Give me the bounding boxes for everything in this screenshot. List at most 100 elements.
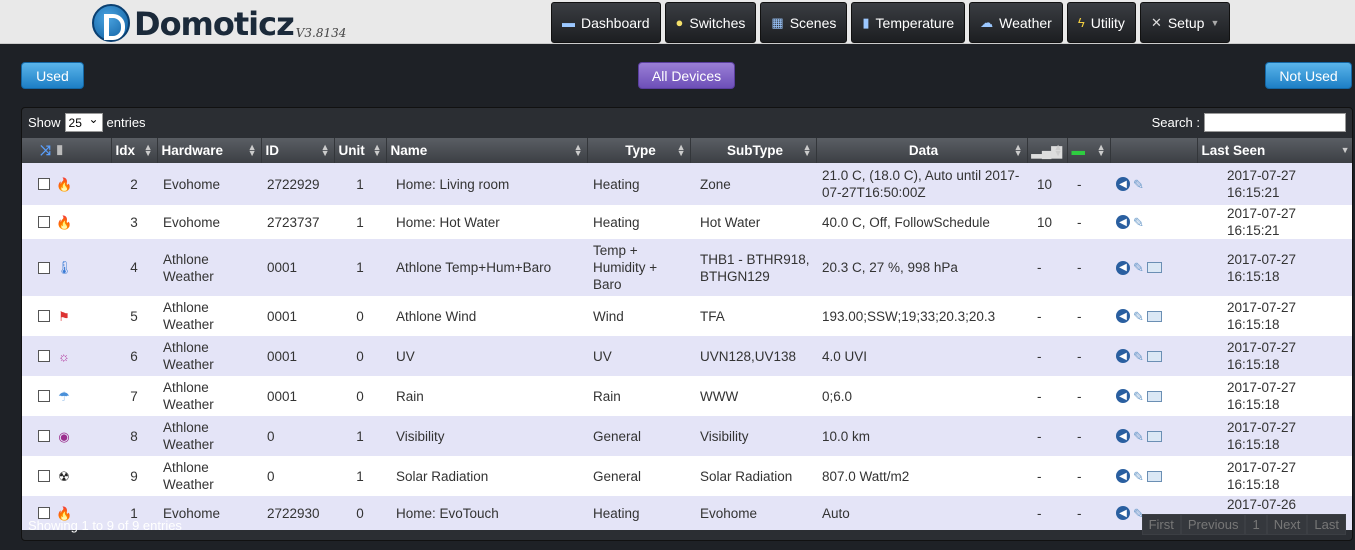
row-checkbox[interactable]	[38, 390, 50, 403]
header-id[interactable]: ID ▲ ▼	[261, 138, 335, 163]
table-row[interactable]: ⚑ 5 Athlone Weather 0001 0 Athlone Wind Wind TF…	[22, 296, 1352, 336]
nav-switches[interactable]: ● Switches	[664, 2, 757, 43]
nav-dashboard[interactable]: ▬ Dashboard	[551, 2, 661, 43]
log-icon[interactable]	[1146, 470, 1162, 482]
back-arrow-icon[interactable]: ◀	[1116, 349, 1130, 363]
header-battery[interactable]: ▬ ▲ ▼	[1067, 138, 1111, 163]
cell-idx: 8	[111, 416, 157, 456]
cell-battery: -	[1067, 336, 1110, 376]
table-row[interactable]: 🔥 2 Evohome 2722929 1 Home: Living room Heatin…	[22, 163, 1352, 205]
back-arrow-icon[interactable]: ◀	[1116, 429, 1130, 443]
header-unit[interactable]: Unit ▲ ▼	[334, 138, 387, 163]
row-checkbox[interactable]	[38, 470, 50, 483]
cell-data: 807.0 Watt/m2	[816, 456, 1027, 496]
back-arrow-icon[interactable]: ◀	[1116, 177, 1130, 191]
cell-idx: 2	[111, 163, 157, 205]
edit-icon[interactable]: ✎	[1133, 308, 1144, 325]
clapper-icon: ▦	[771, 14, 784, 30]
cell-name: Home: Living room	[386, 163, 587, 205]
log-icon[interactable]	[1146, 430, 1162, 442]
cell-subtype: THB1 - BTHR918, BTHGN129	[690, 239, 816, 296]
edit-icon[interactable]: ✎	[1133, 214, 1144, 231]
main-nav: ▬ Dashboard ● Switches ▦ Scenes ▮ Temperatur…	[551, 2, 1231, 43]
search-label: Search :	[1151, 115, 1200, 130]
header-select[interactable]: ⤨ ▮	[22, 138, 112, 163]
show-label: Show	[28, 115, 61, 130]
nav-setup[interactable]: ✕ Setup ▼	[1139, 2, 1231, 43]
back-arrow-icon[interactable]: ◀	[1116, 389, 1130, 403]
table-row[interactable]: ◉ 8 Athlone Weather 0 1 Visibility General Visi…	[22, 416, 1352, 456]
log-icon[interactable]	[1146, 310, 1162, 322]
cell-unit: 1	[334, 416, 386, 456]
back-arrow-icon[interactable]: ◀	[1116, 260, 1130, 275]
page-1-button[interactable]: 1	[1245, 514, 1267, 535]
shuffle-icon: ⤨	[40, 142, 51, 158]
table-row[interactable]: 🌡 4 Athlone Weather 0001 1 Athlone Temp+Hum+B…	[22, 239, 1352, 296]
edit-icon[interactable]: ✎	[1133, 348, 1144, 365]
cell-data: 20.3 C, 27 %, 998 hPa	[816, 239, 1027, 296]
page-first-button[interactable]: First	[1141, 514, 1181, 535]
all-devices-filter-button[interactable]: All Devices	[638, 62, 735, 89]
cell-name: Home: Hot Water	[386, 205, 587, 239]
table-row[interactable]: ☢ 9 Athlone Weather 0 1 Solar Radiation Genera…	[22, 456, 1352, 496]
back-arrow-icon[interactable]: ◀	[1116, 309, 1130, 323]
cell-data: 193.00;SSW;19;33;20.3;20.3	[816, 296, 1027, 336]
flame-icon: 🔥	[56, 214, 73, 230]
header-last-seen[interactable]: Last Seen ▼	[1197, 138, 1352, 163]
used-filter-button[interactable]: Used	[21, 62, 84, 89]
nav-utility[interactable]: ϟ Utility	[1066, 2, 1136, 43]
log-icon[interactable]	[1146, 262, 1162, 273]
monitor-icon: ▬	[562, 15, 575, 30]
cell-unit: 0	[334, 376, 386, 416]
header-name[interactable]: Name ▲ ▼	[386, 138, 588, 163]
edit-icon[interactable]: ✎	[1133, 428, 1144, 445]
edit-icon[interactable]: ✎	[1133, 176, 1144, 193]
back-arrow-icon[interactable]: ◀	[1116, 469, 1130, 483]
cell-signal: -	[1027, 336, 1067, 376]
edit-icon[interactable]: ✎	[1133, 388, 1144, 405]
back-arrow-icon[interactable]: ◀	[1116, 215, 1130, 229]
row-checkbox[interactable]	[38, 261, 50, 274]
cell-hardware: Athlone Weather	[157, 456, 261, 496]
sort-icon: ▲ ▼	[372, 142, 382, 158]
page-previous-button[interactable]: Previous	[1180, 514, 1246, 535]
header-data[interactable]: Data ▲ ▼	[816, 138, 1028, 163]
row-checkbox[interactable]	[38, 310, 50, 323]
edit-icon[interactable]: ✎	[1133, 468, 1144, 485]
cell-type: Wind	[587, 296, 690, 336]
table-row[interactable]: 🔥 3 Evohome 2723737 1 Home: Hot Water Heating H…	[22, 205, 1352, 239]
row-checkbox[interactable]	[38, 178, 50, 191]
page-last-button[interactable]: Last	[1307, 514, 1346, 535]
header-idx[interactable]: Idx ▲ ▼	[111, 138, 158, 163]
nav-temperature[interactable]: ▮ Temperature	[851, 2, 966, 43]
table-row[interactable]: ☼ 6 Athlone Weather 0001 0 UV UV UVN128,UV138 4.…	[22, 336, 1352, 376]
cell-id: 0001	[261, 239, 334, 296]
not-used-filter-button[interactable]: Not Used	[1265, 62, 1352, 89]
table-row[interactable]: ☂ 7 Athlone Weather 0001 0 Rain Rain WWW 0;6.0- -…	[22, 376, 1352, 416]
sort-icon: ▲ ▼	[1013, 142, 1023, 158]
header-type[interactable]: Type ▲ ▼	[587, 138, 691, 163]
nav-weather[interactable]: ☁ Weather	[969, 2, 1063, 43]
cell-id: 0001	[261, 336, 334, 376]
header-hardware[interactable]: Hardware ▲ ▼	[157, 138, 262, 163]
cell-last-seen: 2017-07-27 16:15:18	[1197, 296, 1352, 336]
entries-select[interactable]: 25	[64, 112, 103, 132]
cell-subtype: Hot Water	[690, 205, 816, 239]
page-next-button[interactable]: Next	[1266, 514, 1308, 535]
cell-signal: -	[1027, 296, 1067, 336]
row-checkbox[interactable]	[38, 430, 50, 443]
app-logo[interactable]: Domoticz V3.8134	[92, 4, 346, 42]
sort-icon: ▲ ▼	[247, 142, 257, 158]
cell-battery: -	[1067, 296, 1110, 336]
row-checkbox[interactable]	[38, 350, 50, 363]
header-subtype[interactable]: SubType ▲ ▼	[690, 138, 817, 163]
edit-icon[interactable]: ✎	[1133, 259, 1144, 276]
log-icon[interactable]	[1146, 350, 1162, 362]
cell-idx: 4	[111, 239, 157, 296]
search-input[interactable]	[1204, 113, 1346, 132]
cell-data: 40.0 C, Off, FollowSchedule	[816, 205, 1027, 239]
log-icon[interactable]	[1146, 390, 1162, 402]
nav-scenes[interactable]: ▦ Scenes	[760, 2, 848, 43]
header-signal[interactable]: ▂▄▆ ▲ ▼	[1027, 138, 1068, 163]
row-checkbox[interactable]	[38, 216, 50, 229]
